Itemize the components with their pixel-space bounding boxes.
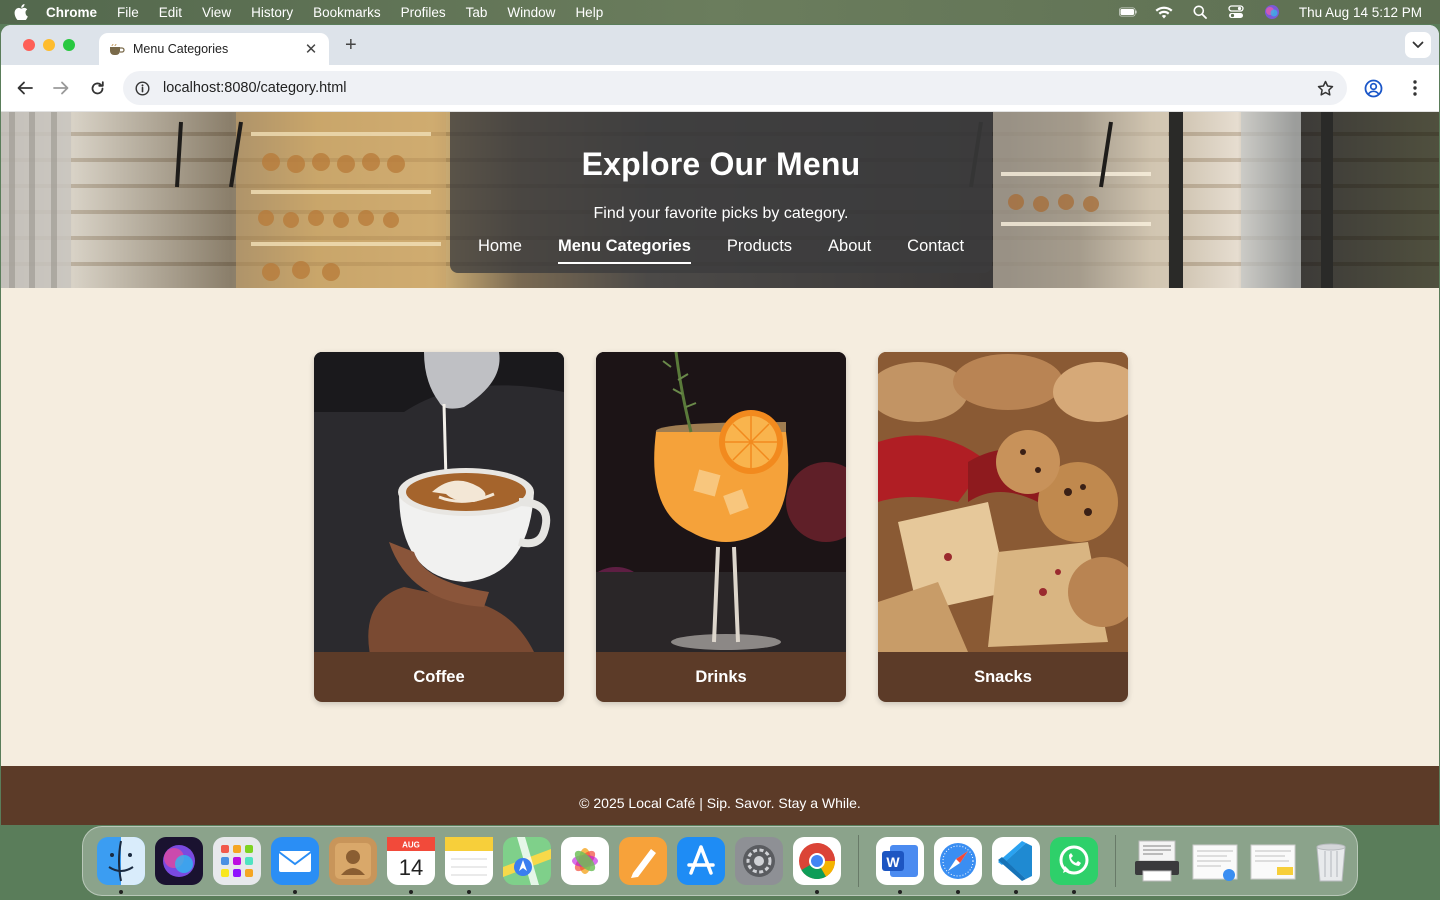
calendar-month-label: AUG [402,841,420,850]
macos-dock: AUG 14 W [82,826,1358,896]
hero-banner: Explore Our Menu Find your favorite pick… [1,112,1439,288]
calendar-icon[interactable]: AUG 14 [387,837,435,894]
wifi-icon[interactable] [1155,5,1173,19]
nav-link-contact[interactable]: Contact [907,237,964,264]
tab-search-chevron-icon[interactable] [1405,32,1431,58]
browser-toolbar: localhost:8080/category.html [1,65,1439,112]
category-label-coffee: Coffee [314,652,564,702]
battery-icon[interactable] [1118,5,1137,19]
main-navigation: Home Menu Categories Products About Cont… [450,237,992,264]
maps-icon[interactable] [503,837,551,885]
pages-icon[interactable] [619,837,667,885]
system-settings-icon[interactable] [735,837,783,885]
browser-tab-active[interactable]: Menu Categories ✕ [99,33,329,65]
menu-app-name[interactable]: Chrome [46,5,97,20]
document-preview-icon[interactable] [1191,837,1239,885]
microsoft-word-icon[interactable]: W [876,837,924,894]
photos-icon[interactable] [561,837,609,885]
new-tab-icon[interactable]: + [345,34,357,57]
trash-icon[interactable] [1307,837,1355,885]
profile-avatar-icon[interactable] [1361,76,1385,100]
menu-file[interactable]: File [117,5,139,20]
hero-header-panel: Explore Our Menu Find your favorite pick… [450,112,992,273]
browser-window: Menu Categories ✕ + localhost:8080/categ… [1,25,1439,825]
page-subtitle: Find your favorite picks by category. [593,205,849,222]
drinks-image [596,352,846,652]
coffee-image [314,352,564,652]
nav-link-products[interactable]: Products [727,237,792,264]
category-card-coffee[interactable]: Coffee [314,352,564,702]
finder-icon[interactable] [97,837,145,894]
app-store-icon[interactable] [677,837,725,885]
snacks-image [878,352,1128,652]
close-tab-icon[interactable]: ✕ [303,40,319,58]
chrome-icon[interactable] [793,837,841,894]
menu-edit[interactable]: Edit [159,5,182,20]
footer-text: © 2025 Local Café | Sip. Savor. Stay a W… [579,794,861,811]
menu-view[interactable]: View [202,5,231,20]
reload-icon[interactable] [85,76,109,100]
spotlight-search-icon[interactable] [1191,5,1209,19]
dock-separator-2 [1115,835,1116,887]
calendar-day-label: 14 [399,855,423,880]
nav-link-about[interactable]: About [828,237,871,264]
menu-bar-clock[interactable]: Thu Aug 14 5:12 PM [1299,5,1422,20]
menu-profiles[interactable]: Profiles [401,5,446,20]
close-window-button[interactable] [23,39,35,51]
mail-icon[interactable] [271,837,319,894]
category-card-snacks[interactable]: Snacks [878,352,1128,702]
category-label-snacks: Snacks [878,652,1128,702]
menu-help[interactable]: Help [575,5,603,20]
contacts-icon[interactable] [329,837,377,885]
minimize-window-button[interactable] [43,39,55,51]
cafe-favicon-icon [109,43,125,55]
menu-window[interactable]: Window [507,5,555,20]
web-page: Explore Our Menu Find your favorite pick… [1,112,1439,825]
zoom-window-button[interactable] [63,39,75,51]
svg-text:W: W [886,854,900,870]
nav-link-home[interactable]: Home [478,237,522,264]
category-card-drinks[interactable]: Drinks [596,352,846,702]
forward-arrow-icon[interactable] [49,76,73,100]
more-menu-icon[interactable] [1403,76,1427,100]
window-controls [23,39,75,51]
apple-icon[interactable] [14,4,28,20]
control-center-icon[interactable] [1227,5,1245,19]
tab-strip: Menu Categories ✕ + [1,25,1439,65]
category-label-drinks: Drinks [596,652,846,702]
page-footer: © 2025 Local Café | Sip. Savor. Stay a W… [1,766,1439,825]
printer-document-icon[interactable] [1133,837,1181,885]
siri-app-icon[interactable] [155,837,203,885]
page-title: Explore Our Menu [581,146,861,182]
address-bar[interactable]: localhost:8080/category.html [123,71,1347,105]
category-cards: Coffee Drinks Snacks [314,352,1128,702]
menu-bookmarks[interactable]: Bookmarks [313,5,381,20]
menu-history[interactable]: History [251,5,293,20]
launchpad-icon[interactable] [213,837,261,885]
notes-icon[interactable] [445,837,493,894]
url-text[interactable]: localhost:8080/category.html [163,80,1317,96]
back-arrow-icon[interactable] [13,76,37,100]
vscode-icon[interactable] [992,837,1040,894]
site-info-icon[interactable] [135,80,151,96]
macos-menu-bar: Chrome File Edit View History Bookmarks … [0,0,1440,24]
tab-title: Menu Categories [133,42,229,56]
whatsapp-icon[interactable] [1050,837,1098,894]
safari-icon[interactable] [934,837,982,894]
document-stack-icon[interactable] [1249,837,1297,885]
siri-icon[interactable] [1263,5,1281,19]
dock-separator [858,835,859,887]
menu-tab[interactable]: Tab [466,5,488,20]
nav-link-menu-categories[interactable]: Menu Categories [557,237,691,264]
bookmark-star-icon[interactable] [1317,79,1335,97]
